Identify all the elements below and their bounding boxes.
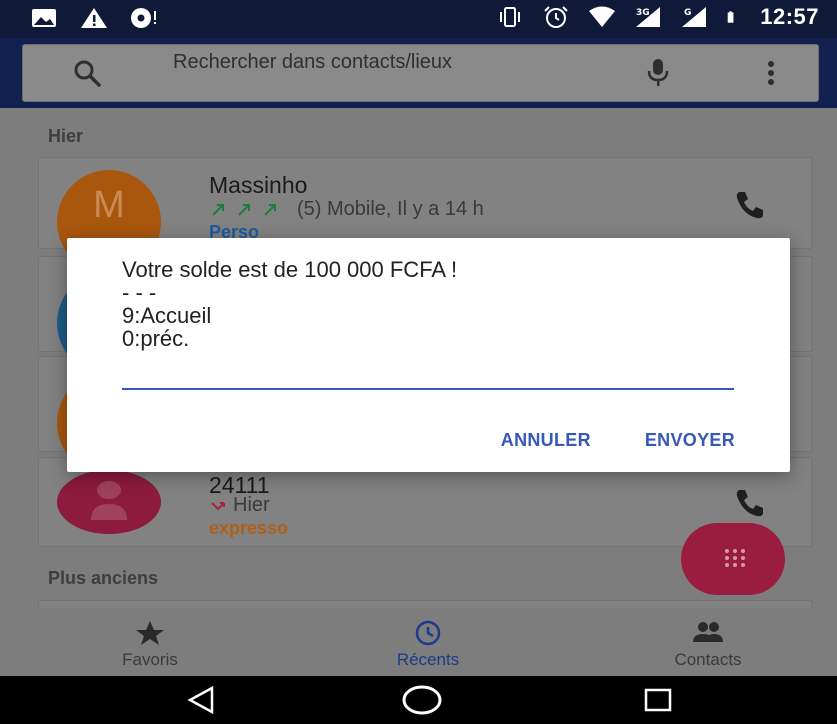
call-detail: (5) Mobile, Il y a 14 h	[297, 198, 484, 220]
vibrate-icon	[500, 7, 521, 27]
dialpad-icon	[725, 549, 745, 567]
people-icon	[693, 622, 723, 642]
wifi-icon	[589, 6, 616, 27]
avatar[interactable]	[57, 470, 161, 534]
call-meta: (5) Mobile, Il y a 14 h	[209, 198, 484, 221]
avatar-initial: M	[93, 184, 125, 226]
tab-contacts[interactable]: Contacts	[628, 620, 788, 670]
tab-label: Favoris	[122, 650, 178, 669]
account-tag: expresso	[209, 518, 289, 538]
search-icon[interactable]	[73, 59, 101, 87]
tab-label: Contacts	[674, 650, 742, 669]
ussd-response-input[interactable]	[122, 366, 734, 390]
signal-icon: G	[682, 7, 707, 27]
person-icon	[91, 481, 127, 520]
svg-text:3G: 3G	[636, 8, 650, 18]
tab-favorites[interactable]: Favoris	[70, 620, 230, 670]
search-header: Rechercher dans contacts/lieux	[0, 38, 837, 108]
tab-recents[interactable]: Récents	[348, 620, 508, 670]
ussd-dialog: Votre solde est de 100 000 FCFA ! - - - …	[67, 238, 790, 472]
clock: 12:57	[760, 4, 819, 29]
dialog-message: Votre solde est de 100 000 FCFA ! - - - …	[122, 257, 458, 351]
svg-text:G: G	[684, 8, 691, 18]
section-title-older: Plus anciens	[48, 568, 159, 588]
dialpad-button[interactable]	[681, 523, 785, 595]
phone-icon[interactable]	[733, 188, 767, 222]
home-icon[interactable]	[400, 685, 444, 715]
microphone-icon[interactable]	[646, 57, 670, 89]
star-icon	[136, 621, 164, 645]
status-bar: 3G G 12:57	[0, 0, 837, 38]
battery-icon	[727, 11, 734, 23]
call-meta: Hier	[209, 494, 270, 517]
circle-notification-icon	[131, 8, 156, 28]
warning-icon	[81, 8, 107, 28]
call-log-item[interactable]: M Massinho (5) Mobile, Il y a 14 h Perso	[38, 157, 812, 274]
search-box[interactable]: Rechercher dans contacts/lieux	[22, 44, 819, 102]
system-navigation-bar	[0, 676, 837, 724]
alarm-icon	[544, 6, 568, 28]
cancel-button[interactable]: ANNULER	[501, 430, 591, 451]
back-icon[interactable]	[186, 685, 218, 715]
send-button[interactable]: ENVOYER	[645, 430, 735, 451]
section-title-yesterday: Hier	[48, 126, 84, 146]
more-options-icon[interactable]	[767, 60, 775, 86]
dialog-actions: ANNULER ENVOYER	[501, 430, 735, 451]
phone-icon[interactable]	[733, 486, 767, 520]
signal-3g-icon: 3G	[636, 7, 661, 27]
tab-label: Récents	[396, 650, 460, 669]
outgoing-call-arrows-icon	[212, 203, 276, 216]
image-icon	[32, 9, 56, 27]
call-detail: Hier	[233, 494, 270, 516]
recent-apps-icon[interactable]	[642, 685, 674, 715]
bottom-navigation: Favoris Récents Contacts	[0, 608, 837, 676]
search-input[interactable]: Rechercher dans contacts/lieux	[173, 51, 503, 74]
missed-call-icon	[211, 501, 225, 510]
clock-icon	[415, 620, 441, 646]
contact-name: Massinho	[209, 172, 308, 198]
